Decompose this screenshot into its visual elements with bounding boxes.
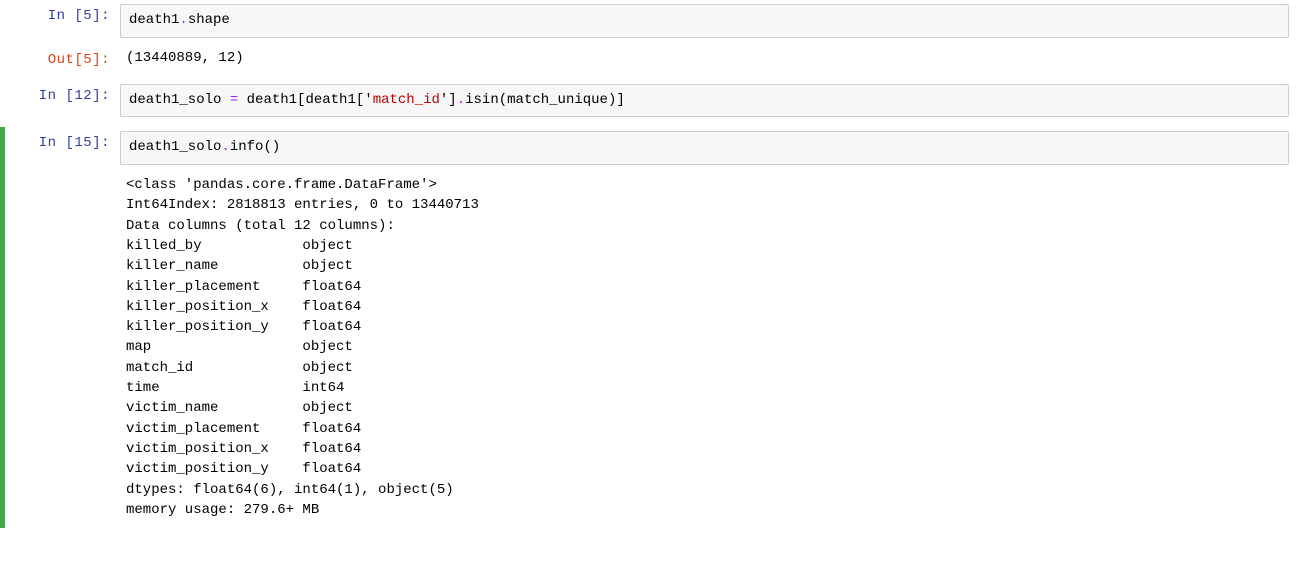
code-input-area[interactable]: death1.shape [120,4,1289,38]
output-line: Data columns (total 12 columns): [126,218,395,234]
output-line: victim_placement float64 [126,421,361,437]
output-prompt-empty [5,171,120,528]
code-input-area[interactable]: death1_solo.info() [120,131,1289,165]
cell-content: death1.shape [120,0,1303,44]
output-text: <class 'pandas.core.frame.DataFrame'> In… [120,171,1289,528]
output-line: victim_name object [126,400,353,416]
output-line: killed_by object [126,238,353,254]
output-line: <class 'pandas.core.frame.DataFrame'> [126,177,437,193]
code-token: match_unique [507,92,608,108]
output-line: match_id object [126,360,353,376]
cell-content: (13440889, 12) [120,44,1303,76]
code-token: = [230,92,238,108]
code-token: . [179,12,187,28]
code-token: shape [188,12,230,28]
code-cell-selected[interactable]: In [15]: death1_solo.info() <class 'pand… [0,127,1303,528]
code-token: death1_solo [129,92,230,108]
cell-content: <class 'pandas.core.frame.DataFrame'> In… [120,171,1303,528]
code-token: [' [356,92,373,108]
code-token: info [230,139,264,155]
code-input-area[interactable]: death1_solo = death1[death1['match_id'].… [120,84,1289,118]
code-token: () [263,139,280,155]
output-line: dtypes: float64(6), int64(1), object(5) [126,482,454,498]
code-token: . [221,139,229,155]
code-token: ( [499,92,507,108]
input-prompt: In [5]: [0,0,120,44]
code-token: match_id [373,92,440,108]
output-line: map object [126,339,353,355]
input-prompt: In [15]: [5,127,120,171]
code-token: death1 [129,12,179,28]
output-line: victim_position_x float64 [126,441,361,457]
code-token: isin [465,92,499,108]
output-line: killer_name object [126,258,353,274]
output-line: time int64 [126,380,344,396]
code-token: . [457,92,465,108]
cell-content: death1_solo.info() [120,127,1303,171]
output-text: (13440889, 12) [120,44,1289,76]
code-cell[interactable]: In [12]: death1_solo = death1[death1['ma… [0,80,1303,124]
output-line: killer_position_y float64 [126,319,361,335]
code-token: )] [608,92,625,108]
output-line: memory usage: 279.6+ MB [126,502,319,518]
code-token: death1 [305,92,355,108]
output-prompt: Out[5]: [0,44,120,76]
cell-content: death1_solo = death1[death1['match_id'].… [120,80,1303,124]
output-line: killer_position_x float64 [126,299,361,315]
output-line: Int64Index: 2818813 entries, 0 to 134407… [126,197,479,213]
code-token: death1 [238,92,297,108]
code-token: death1_solo [129,139,221,155]
input-prompt: In [12]: [0,80,120,124]
notebook-container: In [5]: death1.shape Out[5]: (13440889, … [0,0,1303,528]
code-token: '] [440,92,457,108]
output-cell: Out[5]: (13440889, 12) [0,44,1303,76]
code-cell[interactable]: In [5]: death1.shape [0,0,1303,44]
output-line: killer_placement float64 [126,279,361,295]
output-line: victim_position_y float64 [126,461,361,477]
